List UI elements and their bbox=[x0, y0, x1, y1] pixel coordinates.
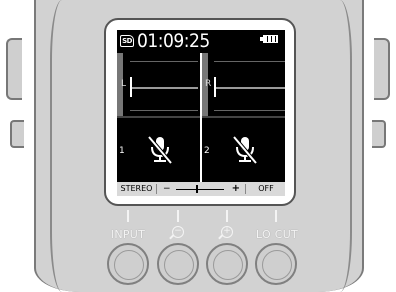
gain-plus-label: + bbox=[231, 183, 240, 194]
meter-scale-left bbox=[130, 61, 198, 111]
meter-peak-right bbox=[214, 77, 216, 97]
left-side-clip bbox=[10, 120, 24, 148]
minus-guide-line bbox=[177, 210, 179, 222]
mic-muted-icon bbox=[232, 135, 258, 165]
meter-peak-left bbox=[130, 77, 132, 97]
input-channel-1: 1 bbox=[117, 118, 200, 182]
status-bar: SD 01:09:25 bbox=[117, 30, 285, 52]
minus-button[interactable] bbox=[157, 243, 199, 285]
plus-button[interactable] bbox=[206, 243, 248, 285]
input-button[interactable] bbox=[107, 243, 149, 285]
channel-2-label: 2 bbox=[204, 146, 210, 156]
meter-line-left bbox=[130, 87, 198, 89]
meter-line-right bbox=[214, 87, 285, 89]
left-side-switch[interactable] bbox=[6, 38, 22, 100]
body-contour-right bbox=[340, 0, 352, 292]
input-channel-2: 2 bbox=[202, 118, 285, 182]
gain-slider-knob bbox=[196, 185, 198, 193]
recording-time: 01:09:25 bbox=[137, 30, 210, 52]
lo-cut-button[interactable] bbox=[255, 243, 297, 285]
body-contour-left bbox=[50, 0, 62, 292]
channel-1-label: 1 bbox=[119, 146, 125, 156]
plus-guide-line bbox=[226, 210, 228, 222]
gain-control: − + bbox=[158, 182, 244, 196]
minus-icon: − bbox=[169, 226, 184, 240]
battery-icon bbox=[260, 35, 278, 43]
gain-slider-track bbox=[176, 189, 224, 190]
stereo-mode-label: STEREO bbox=[120, 184, 153, 193]
plus-icon: + bbox=[218, 226, 233, 240]
input-button-label: INPUT bbox=[110, 228, 146, 241]
level-meter-right: R bbox=[202, 53, 285, 116]
locut-guide-line bbox=[275, 210, 277, 222]
lo-cut-status: OFF bbox=[258, 184, 274, 193]
right-side-switch[interactable] bbox=[374, 38, 390, 100]
function-bar-separator bbox=[156, 184, 157, 194]
display-screen: SD 01:09:25 L R 1 2 STEREO − + OFF bbox=[117, 30, 285, 196]
right-side-clip bbox=[372, 120, 386, 148]
gain-minus-label: − bbox=[163, 184, 171, 194]
level-meter-left: L bbox=[117, 53, 200, 116]
meter-label-right: R bbox=[205, 79, 212, 89]
mic-muted-icon bbox=[147, 135, 173, 165]
sd-card-icon: SD bbox=[120, 35, 134, 47]
meter-label-left: L bbox=[121, 79, 127, 89]
function-bar-separator bbox=[245, 184, 246, 194]
lo-cut-button-label: LO CUT bbox=[255, 228, 299, 241]
meter-scale-right bbox=[214, 61, 285, 111]
input-guide-line bbox=[127, 210, 129, 222]
function-bar: STEREO − + OFF bbox=[117, 182, 285, 196]
